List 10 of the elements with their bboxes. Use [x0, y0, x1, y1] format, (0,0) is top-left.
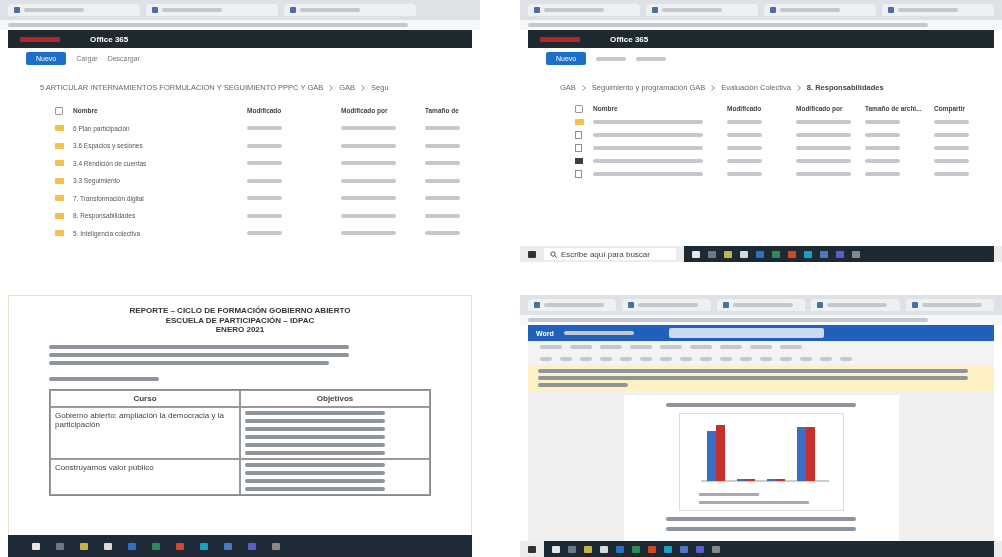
document-title: REPORTE – CICLO DE FORMACIÓN GOBIERNO ABIERTO [129, 306, 351, 316]
document-title: ESCUELA DE PARTICIPACIÓN – IDPAC [165, 315, 315, 326]
document-title: ENERO 2021 [215, 325, 265, 335]
app-title: Office 365 [90, 34, 129, 44]
table-header: Curso [50, 389, 240, 407]
table-cell: Construyamos valor público [50, 458, 240, 495]
table-header: Objetivos [240, 389, 430, 407]
table-cell: Gobierno abierto: ampliación la democracia y la participación [50, 406, 240, 459]
search-field[interactable]: Escribe aquí para buscar [544, 248, 676, 260]
app-title: Office 365 [610, 34, 649, 44]
